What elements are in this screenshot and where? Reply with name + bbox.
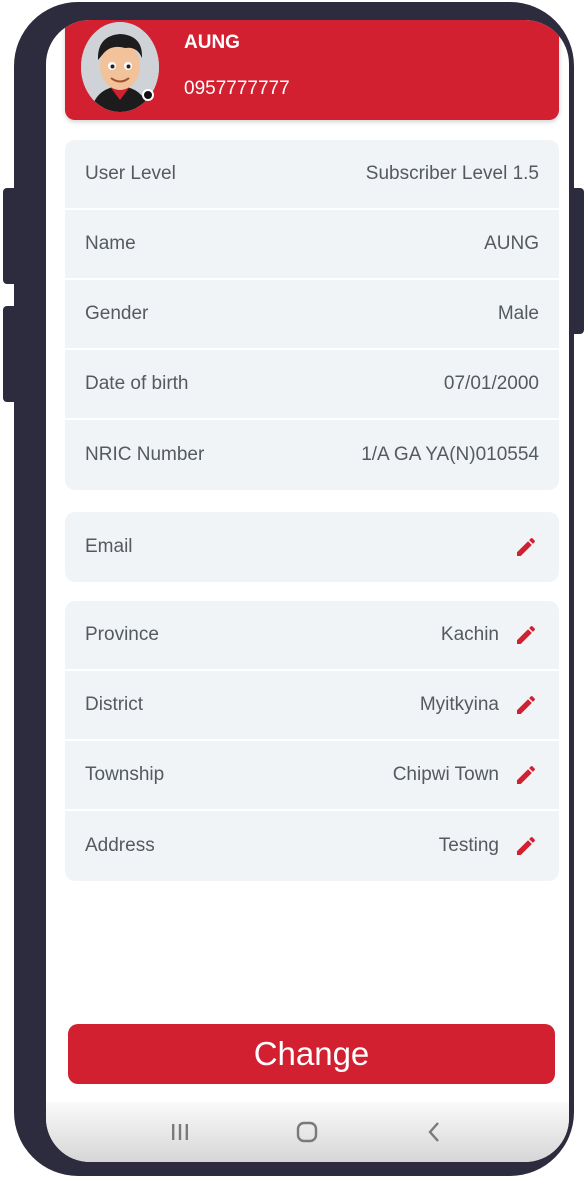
recent-apps-icon[interactable] (160, 1112, 200, 1152)
phone-screen: AUNG 0957777777 User Level Subscriber Le… (46, 20, 569, 1162)
row-nric-number: NRIC Number 1/A GA YA(N)010554 (65, 420, 559, 490)
row-address[interactable]: Address Testing (65, 811, 559, 881)
row-value: Myitkyina (419, 694, 499, 715)
row-value: Chipwi Town (392, 764, 499, 785)
row-date-of-birth: Date of birth 07/01/2000 (65, 350, 559, 420)
change-button[interactable]: Change (68, 1024, 555, 1084)
pencil-icon[interactable] (513, 692, 539, 718)
android-nav-bar (46, 1102, 569, 1162)
home-icon[interactable] (287, 1112, 327, 1152)
row-district[interactable]: District Myitkyina (65, 671, 559, 741)
row-label: District (85, 694, 144, 715)
pencil-icon[interactable] (513, 762, 539, 788)
pencil-icon[interactable] (513, 622, 539, 648)
pencil-icon[interactable] (513, 534, 539, 560)
row-value: AUNG (484, 233, 539, 254)
contact-card: Email (65, 512, 559, 582)
back-icon[interactable] (415, 1112, 455, 1152)
location-card: Province Kachin District Myitkyina Towns… (65, 601, 559, 881)
row-name: Name AUNG (65, 210, 559, 280)
row-label: User Level (85, 163, 176, 184)
row-user-level: User Level Subscriber Level 1.5 (65, 140, 559, 210)
row-province[interactable]: Province Kachin (65, 601, 559, 671)
row-label: Township (85, 764, 165, 785)
profile-header: AUNG 0957777777 (65, 20, 559, 120)
row-gender: Gender Male (65, 280, 559, 350)
row-value: 1/A GA YA(N)010554 (361, 444, 539, 465)
row-label: NRIC Number (85, 444, 205, 465)
row-label: Email (85, 536, 133, 557)
camera-badge-icon[interactable] (142, 89, 154, 101)
row-value: Subscriber Level 1.5 (365, 163, 539, 184)
row-label: Date of birth (85, 373, 189, 394)
row-value: 07/01/2000 (443, 373, 539, 394)
user-phone: 0957777777 (184, 78, 290, 99)
row-label: Name (85, 233, 136, 254)
user-name: AUNG (184, 32, 240, 53)
row-value: Testing (438, 835, 499, 856)
pencil-icon[interactable] (513, 833, 539, 859)
row-label: Address (85, 835, 155, 856)
profile-info-card: User Level Subscriber Level 1.5 Name AUN… (65, 140, 559, 490)
row-label: Gender (85, 303, 149, 324)
row-email[interactable]: Email (65, 512, 559, 582)
row-label: Province (85, 624, 159, 645)
row-township[interactable]: Township Chipwi Town (65, 741, 559, 811)
phone-frame: AUNG 0957777777 User Level Subscriber Le… (14, 2, 574, 1176)
row-value: Male (497, 303, 539, 324)
row-value: Kachin (440, 624, 499, 645)
